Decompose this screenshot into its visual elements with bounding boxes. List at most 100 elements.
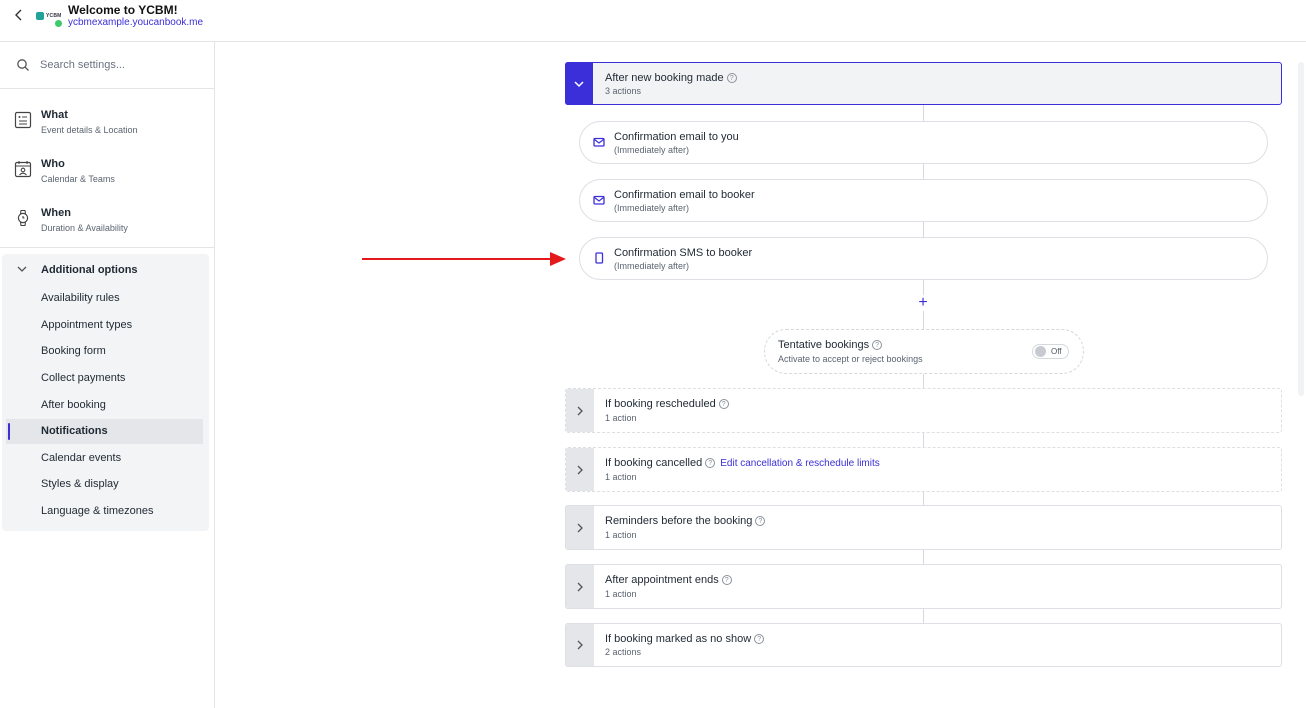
sidebar-item-label: Language & timezones <box>41 505 154 517</box>
sidebar-item-subtitle: Event details & Location <box>41 125 138 135</box>
sidebar-item-subtitle: Calendar & Teams <box>41 174 115 184</box>
expand-toggle[interactable] <box>566 565 594 608</box>
page-title: Welcome to YCBM! <box>68 3 178 17</box>
search-icon <box>17 59 29 71</box>
flow-connector <box>923 222 924 237</box>
flow-connector <box>923 164 924 179</box>
expand-toggle[interactable] <box>566 448 594 491</box>
action-confirmation-sms-booker[interactable]: Confirmation SMS to booker (Immediately … <box>579 237 1268 280</box>
section-if-booking-cancelled[interactable]: If booking cancelled ? Edit cancellation… <box>565 447 1282 492</box>
additional-options-toggle[interactable]: Additional options <box>2 254 209 282</box>
help-icon[interactable]: ? <box>726 73 737 83</box>
help-icon[interactable]: ? <box>721 575 732 585</box>
section-title-row: After appointment ends ? <box>605 574 732 586</box>
sidebar-item-what[interactable]: What Event details & Location <box>0 99 214 143</box>
chevron-left-icon <box>15 9 22 21</box>
sidebar-item-title: When <box>41 207 71 219</box>
chevron-down-icon <box>17 266 27 272</box>
flow-connector <box>923 550 924 565</box>
sidebar-item-notifications[interactable]: Notifications <box>6 419 203 444</box>
expand-toggle[interactable] <box>566 389 594 432</box>
section-title-row: If booking rescheduled ? <box>605 398 729 410</box>
chevron-right-icon <box>577 465 583 474</box>
expand-toggle[interactable] <box>566 624 594 666</box>
toggle-label: Off <box>1051 347 1062 356</box>
toggle-knob <box>1035 346 1046 357</box>
after-new-booking-section[interactable]: After new booking made ? 3 actions <box>565 62 1282 105</box>
main-nav: What Event details & Location Who Calend… <box>0 89 214 248</box>
envelope-icon <box>593 195 605 205</box>
action-confirmation-email-you[interactable]: Confirmation email to you (Immediately a… <box>579 121 1268 164</box>
tentative-title: Tentative bookings <box>778 339 870 351</box>
help-icon[interactable]: ? <box>754 634 765 644</box>
chevron-right-icon <box>577 640 583 650</box>
sidebar-item-after-booking[interactable]: After booking <box>6 393 203 418</box>
chevron-right-icon <box>577 406 583 415</box>
chevron-right-icon <box>577 523 583 532</box>
sidebar-item-label: Styles & display <box>41 478 119 490</box>
tentative-description: Activate to accept or reject bookings <box>778 354 923 364</box>
sidebar-item-appointment-types[interactable]: Appointment types <box>6 313 203 338</box>
sidebar-item-when[interactable]: When Duration & Availability <box>0 197 214 241</box>
chevron-right-icon <box>577 582 583 591</box>
section-action-count: 1 action <box>605 413 637 423</box>
section-title: If booking cancelled <box>605 457 703 469</box>
document-icon <box>14 111 32 129</box>
sidebar-item-styles-display[interactable]: Styles & display <box>6 472 203 497</box>
sidebar-item-label: After booking <box>41 399 106 411</box>
sidebar-item-language-timezones[interactable]: Language & timezones <box>6 499 203 524</box>
section-if-booking-rescheduled[interactable]: If booking rescheduled ? 1 action <box>565 388 1282 433</box>
edit-cancellation-limits-link[interactable]: Edit cancellation & reschedule limits <box>720 458 880 469</box>
watch-icon <box>17 209 29 227</box>
sidebar-item-who[interactable]: Who Calendar & Teams <box>0 148 214 192</box>
help-icon[interactable]: ? <box>872 340 883 350</box>
section-after-appointment-ends[interactable]: After appointment ends ? 1 action <box>565 564 1282 609</box>
sidebar-item-availability-rules[interactable]: Availability rules <box>6 286 203 311</box>
section-action-count: 1 action <box>605 530 637 540</box>
booking-page-link[interactable]: ycbmexample.youcanbook.me <box>68 17 203 28</box>
envelope-icon <box>593 137 605 147</box>
expand-toggle[interactable] <box>566 506 594 549</box>
search-bar <box>0 42 214 89</box>
online-status-dot <box>54 19 63 28</box>
sidebar-item-label: Appointment types <box>41 319 133 331</box>
action-timing: (Immediately after) <box>614 145 690 155</box>
add-action-button[interactable]: + <box>915 294 931 311</box>
section-title: After new booking made <box>605 72 724 84</box>
search-input[interactable] <box>40 55 200 75</box>
sidebar-item-title: What <box>41 109 68 121</box>
additional-options-group: Additional options Availability rules Ap… <box>2 254 209 531</box>
flow-connector <box>923 433 924 448</box>
section-reminders-before-booking[interactable]: Reminders before the booking ? 1 action <box>565 505 1282 550</box>
settings-sidebar: What Event details & Location Who Calend… <box>0 42 215 708</box>
action-timing: (Immediately after) <box>614 261 690 271</box>
chevron-down-icon <box>574 80 584 87</box>
section-title-row: If booking cancelled ? Edit cancellation… <box>605 457 880 469</box>
section-title: If booking rescheduled <box>605 398 716 410</box>
sidebar-item-booking-form[interactable]: Booking form <box>6 339 203 364</box>
scrollbar[interactable] <box>1298 62 1304 396</box>
help-icon[interactable]: ? <box>755 516 766 526</box>
flow-connector <box>923 105 924 121</box>
sidebar-item-label: Notifications <box>41 425 108 437</box>
tentative-title-row: Tentative bookings ? <box>778 339 883 351</box>
phone-icon <box>595 252 604 264</box>
tentative-toggle[interactable]: Off <box>1032 344 1069 359</box>
back-button[interactable] <box>10 6 28 24</box>
action-title: Confirmation email to you <box>614 131 739 143</box>
sidebar-item-collect-payments[interactable]: Collect payments <box>6 366 203 391</box>
section-action-count: 2 actions <box>605 647 642 657</box>
sidebar-item-title: Who <box>41 158 65 170</box>
action-confirmation-email-booker[interactable]: Confirmation email to booker (Immediatel… <box>579 179 1268 222</box>
top-header: YCBM Welcome to YCBM! ycbmexample.youcan… <box>0 0 1306 42</box>
sidebar-item-label: Availability rules <box>41 292 120 304</box>
help-icon[interactable]: ? <box>705 458 716 468</box>
tentative-bookings-card: Tentative bookings ? Activate to accept … <box>764 329 1084 374</box>
section-if-booking-no-show[interactable]: If booking marked as no show ? 2 actions <box>565 623 1282 667</box>
section-title: Reminders before the booking <box>605 515 753 527</box>
collapse-toggle[interactable] <box>565 62 593 105</box>
section-title: After appointment ends <box>605 574 719 586</box>
sidebar-item-calendar-events[interactable]: Calendar events <box>6 446 203 471</box>
section-action-count: 3 actions <box>605 86 642 96</box>
help-icon[interactable]: ? <box>718 399 729 409</box>
